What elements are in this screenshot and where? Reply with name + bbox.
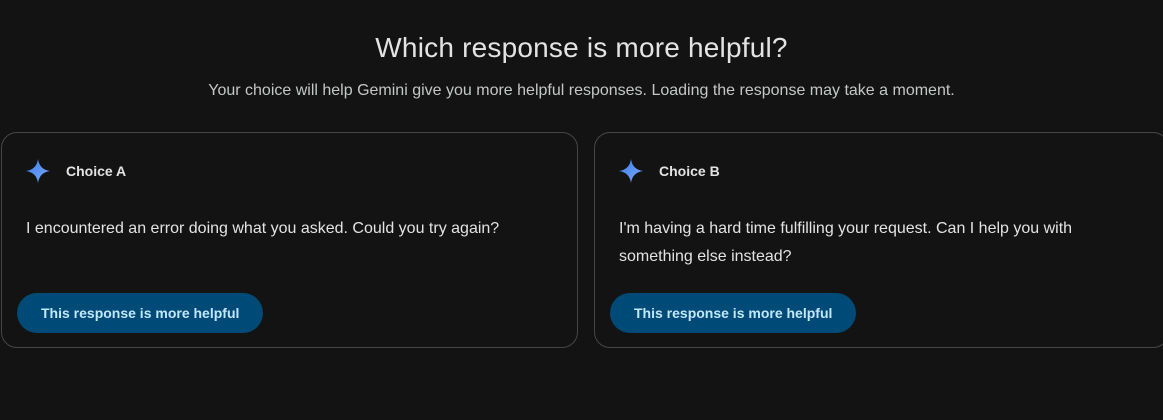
choice-a-prefer-button[interactable]: This response is more helpful bbox=[17, 293, 264, 333]
response-comparison-page: Which response is more helpful? Your cho… bbox=[0, 0, 1163, 420]
choice-a-label: Choice A bbox=[66, 163, 127, 179]
gemini-sparkle-icon bbox=[617, 157, 645, 185]
page-subtitle: Your choice will help Gemini give you mo… bbox=[208, 82, 955, 99]
choice-b-response-text: I'm having a hard time fulfilling your r… bbox=[619, 220, 1073, 265]
gemini-sparkle-icon bbox=[24, 157, 52, 185]
choice-a-response-text: I encountered an error doing what you as… bbox=[26, 220, 500, 237]
choice-b-prefer-button[interactable]: This response is more helpful bbox=[610, 293, 857, 333]
choice-b-card: Choice B I'm having a hard time fulfilli… bbox=[594, 132, 1163, 348]
choice-b-label: Choice B bbox=[659, 163, 720, 179]
choice-a-header: Choice A bbox=[24, 157, 126, 185]
choice-b-header: Choice B bbox=[617, 157, 720, 185]
choice-a-card: Choice A I encountered an error doing wh… bbox=[1, 132, 578, 348]
page-title: Which response is more helpful? bbox=[375, 32, 788, 63]
